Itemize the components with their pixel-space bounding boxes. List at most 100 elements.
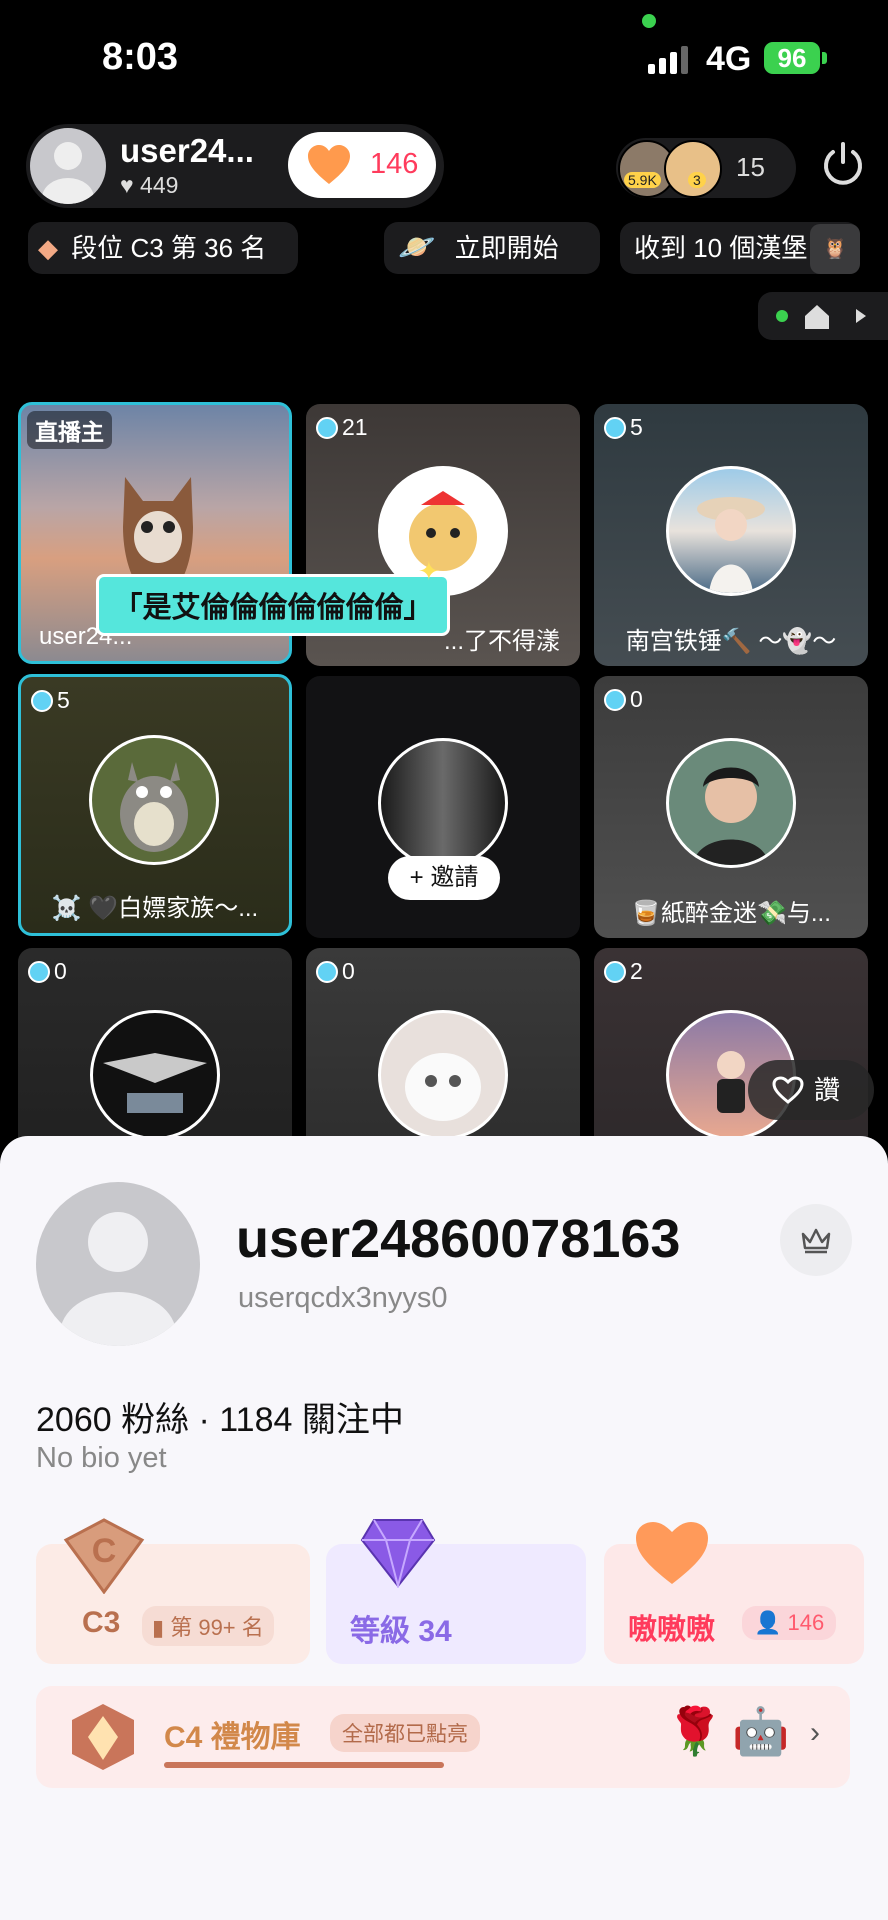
tile-seat-4-name: ☠️ 🖤白嫖家族～... <box>51 895 259 922</box>
gem-icon <box>604 416 626 439</box>
orange-heart-icon <box>636 1522 708 1584</box>
gift-crystal-icon <box>72 1704 134 1770</box>
tile-seat-9-count: 2 <box>630 958 643 984</box>
profile-handle: userqcdx3nyys0 <box>238 1282 448 1314</box>
profile-bio: No bio yet <box>36 1442 167 1474</box>
battery-tip <box>822 52 827 64</box>
tile-seat-9-badge: 2 <box>604 958 643 985</box>
gift-library-badge: 全部都已點亮 <box>330 1714 480 1752</box>
crown-icon <box>801 1228 831 1254</box>
follow-stats[interactable]: 2060 粉絲 · 1184 關注中 <box>36 1392 404 1441</box>
tile-seat-4-count: 5 <box>57 687 70 713</box>
fan-club-label: 嗷嗷嗷 <box>628 1614 716 1646</box>
signal-icon <box>648 44 688 74</box>
level-card[interactable]: 等級 34 <box>326 1519 586 1664</box>
gem-icon <box>604 688 626 711</box>
tile-seat-2-badge: 21 <box>316 414 368 441</box>
host-likes: ♥ 449 <box>120 172 178 199</box>
rank-card-sub-text: 第 99+ 名 <box>170 1615 264 1640</box>
tile-seat-8-count: 0 <box>342 958 355 984</box>
tile-seat-5-avatar <box>378 738 508 868</box>
gem-icon <box>604 960 626 983</box>
fan-count: 146 <box>787 1610 825 1635</box>
orange-heart-icon <box>308 145 350 184</box>
level-card-label: 等級 34 <box>350 1615 452 1648</box>
sparkle-icon: ✦ <box>418 556 440 586</box>
tile-seat-7-count: 0 <box>54 958 67 984</box>
gem-icon <box>316 416 338 439</box>
robot-gift-icon: 🤖 <box>732 1705 790 1757</box>
invite-button[interactable]: + 邀請 <box>388 856 500 900</box>
power-icon[interactable] <box>818 140 868 190</box>
viewer-badge-1: 5.9K <box>624 172 661 188</box>
tile-seat-6[interactable]: 0 🥃紙醉金迷💸与... <box>594 676 868 938</box>
bronze-shield-icon: C <box>63 1518 145 1594</box>
purple-diamond-icon <box>360 1519 436 1588</box>
tile-seat-2-count: 21 <box>342 414 368 440</box>
tile-seat-6-name: 🥃紙醉金迷💸与... <box>631 900 831 927</box>
tile-seat-6-badge: 0 <box>604 686 643 713</box>
profile-name: user24860078163 <box>236 1209 681 1269</box>
rank-card-sub: ▮ 第 99+ 名 <box>142 1606 274 1646</box>
tile-seat-3[interactable]: 5 南宫铁锤🔨 ～👻～ <box>594 404 868 666</box>
tile-seat-3-avatar <box>666 466 796 596</box>
heart-outline-icon <box>772 1076 804 1104</box>
tile-seat-6-avatar <box>666 738 796 868</box>
profile-avatar[interactable] <box>36 1182 200 1346</box>
like-button[interactable]: 讚 <box>748 1060 874 1120</box>
like-button-label: 讚 <box>814 1075 841 1105</box>
tile-seat-5-empty[interactable]: + 邀請 <box>306 676 580 938</box>
battery-icon: 96 <box>764 42 820 74</box>
rank-chip[interactable]: ◆ 段位 C3 第 36 名 <box>28 222 298 274</box>
viewer-badge-2: 3 <box>688 172 706 188</box>
fan-count-pill: 👤 146 <box>742 1606 837 1640</box>
crown-button[interactable] <box>780 1204 852 1276</box>
tile-seat-4-badge: 5 <box>31 687 70 714</box>
chevron-right-icon: › <box>810 1716 820 1749</box>
diamond-icon: ◆ <box>38 233 58 263</box>
task-mascot-icon: 🦉 <box>810 224 860 274</box>
play-icon[interactable] <box>854 308 868 324</box>
heart-count: 146 <box>370 148 419 180</box>
tile-seat-8-badge: 0 <box>316 958 355 985</box>
tile-seat-4-avatar <box>89 735 219 865</box>
host-likes-count: 449 <box>140 172 179 198</box>
host-avatar[interactable] <box>30 128 106 204</box>
viewer-count: 15 <box>736 152 765 182</box>
gift-progress-track <box>164 1762 444 1768</box>
gem-icon <box>31 689 53 712</box>
gift-progress-fill <box>164 1762 444 1768</box>
heart-icon: ♥ <box>120 172 134 198</box>
privacy-indicator <box>642 14 656 28</box>
start-chip-label: 立即開始 <box>454 233 559 263</box>
host-tag: 直播主 <box>27 411 112 449</box>
tile-seat-7-badge: 0 <box>28 958 67 985</box>
host-name: user24... <box>120 132 254 169</box>
planet-icon: 🪐 <box>398 231 436 264</box>
svg-text:C: C <box>92 1532 117 1570</box>
rank-card[interactable]: C C3 ▮ 第 99+ 名 <box>36 1518 310 1664</box>
rank-card-label: C3 <box>82 1606 121 1639</box>
tile-seat-3-badge: 5 <box>604 414 643 441</box>
chat-caption: 「是艾倫倫倫倫倫倫倫」 <box>96 574 450 636</box>
live-dot <box>776 310 788 322</box>
tile-seat-7-avatar <box>90 1010 220 1140</box>
fan-club-card[interactable]: 嗷嗷嗷 👤 146 <box>604 1522 864 1664</box>
gem-icon <box>316 960 338 983</box>
rose-icon: 🌹 <box>666 1705 724 1757</box>
tile-seat-6-count: 0 <box>630 686 643 712</box>
mini-control-bar[interactable] <box>758 292 888 340</box>
gift-library-banner[interactable]: C4 禮物庫 全部都已點亮 🌹 🤖 › <box>36 1686 850 1788</box>
rank-chip-label: 段位 C3 第 36 名 <box>71 233 267 263</box>
task-chip-label: 收到 10 個漢堡 <box>634 233 808 263</box>
home-icon[interactable] <box>802 302 832 330</box>
tile-seat-3-name: 南宫铁锤🔨 ～👻～ <box>625 628 837 655</box>
network-label: 4G <box>706 40 752 78</box>
start-chip[interactable]: 🪐 立即開始 <box>384 222 600 274</box>
tile-seat-3-count: 5 <box>630 414 643 440</box>
tile-seat-8-avatar <box>378 1010 508 1140</box>
tile-seat-4[interactable]: 5 ☠️ 🖤白嫖家族～... <box>18 674 292 936</box>
status-time: 8:03 <box>102 36 179 78</box>
gem-icon <box>28 960 50 983</box>
viewer-avatar-2[interactable] <box>664 140 722 198</box>
